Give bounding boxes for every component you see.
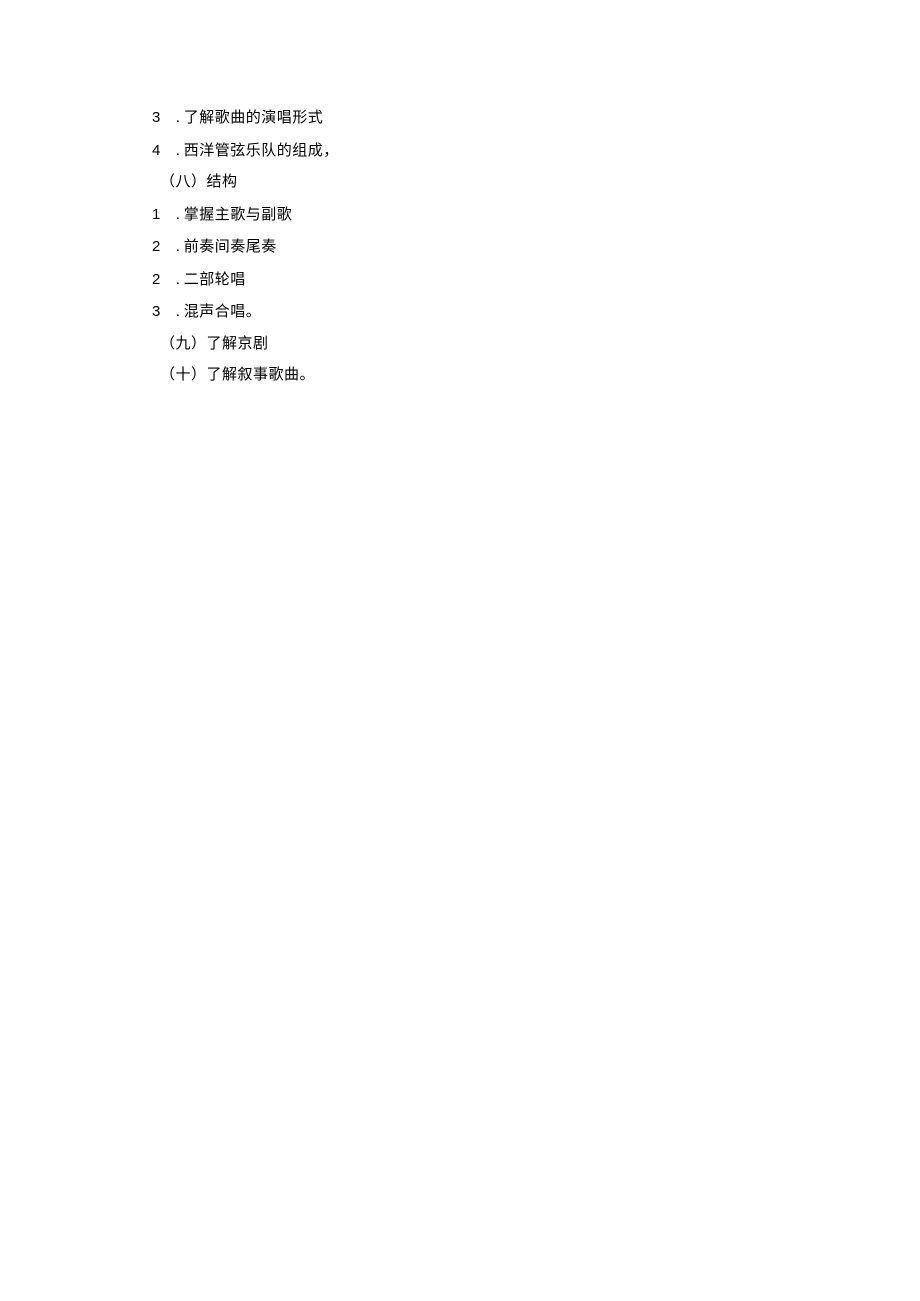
item-number: 4 xyxy=(152,138,166,164)
item-separator: . xyxy=(176,106,180,132)
item-text: 了解歌曲的演唱形式 xyxy=(184,106,324,132)
list-item: 2 . 前奏间奏尾奏 xyxy=(152,234,772,261)
item-text: 掌握主歌与副歌 xyxy=(184,203,293,229)
item-text: （十）了解叙事歌曲。 xyxy=(160,363,315,389)
item-number: 2 xyxy=(152,267,166,293)
document-content: 3 . 了解歌曲的演唱形式 4 . 西洋管弦乐队的组成， （八）结构 1 . 掌… xyxy=(152,105,772,395)
item-separator: . xyxy=(176,203,180,229)
list-item: 1 . 掌握主歌与副歌 xyxy=(152,202,772,229)
list-item: （九）了解京剧 xyxy=(160,332,772,358)
list-item: 3 . 混声合唱。 xyxy=(152,299,772,326)
list-item: （十）了解叙事歌曲。 xyxy=(160,363,772,389)
item-text: 前奏间奏尾奏 xyxy=(184,235,277,261)
list-item: 2 . 二部轮唱 xyxy=(152,267,772,294)
item-separator: . xyxy=(176,268,180,294)
list-item: （八）结构 xyxy=(160,170,772,196)
item-number: 2 xyxy=(152,234,166,260)
item-number: 3 xyxy=(152,299,166,325)
item-separator: . xyxy=(176,139,180,165)
item-number: 1 xyxy=(152,202,166,228)
item-text: 混声合唱。 xyxy=(184,300,262,326)
list-item: 4 . 西洋管弦乐队的组成， xyxy=(152,138,772,165)
item-separator: . xyxy=(176,300,180,326)
item-text: 二部轮唱 xyxy=(184,268,246,294)
item-text: 西洋管弦乐队的组成， xyxy=(184,139,339,165)
list-item: 3 . 了解歌曲的演唱形式 xyxy=(152,105,772,132)
item-number: 3 xyxy=(152,105,166,131)
item-text: （八）结构 xyxy=(160,170,238,196)
item-text: （九）了解京剧 xyxy=(160,332,269,358)
item-separator: . xyxy=(176,235,180,261)
